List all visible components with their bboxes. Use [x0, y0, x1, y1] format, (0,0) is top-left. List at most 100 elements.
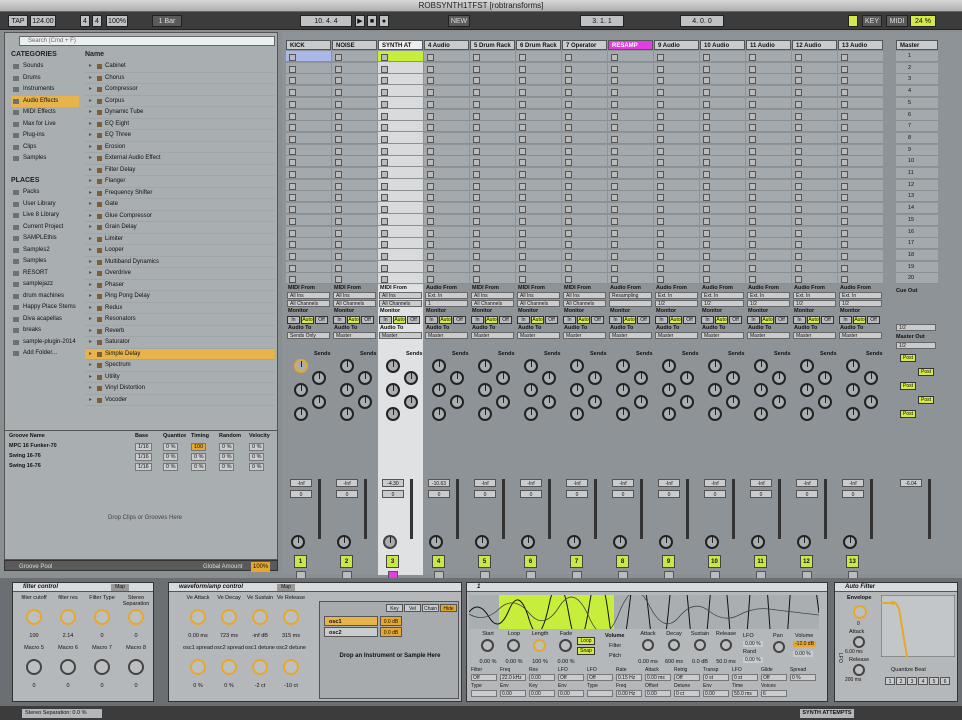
browser-item[interactable]: Gate: [85, 199, 275, 211]
input-type-select[interactable]: Ext. In: [839, 292, 882, 299]
input-channel-select[interactable]: All Channels: [287, 300, 330, 307]
clip-slot[interactable]: [332, 132, 377, 144]
clip-slot[interactable]: [700, 121, 745, 133]
clip-slot[interactable]: [562, 203, 607, 215]
sampler-row3-value[interactable]: 50.0 ms: [732, 690, 758, 697]
clip-slot[interactable]: [424, 214, 469, 226]
groove-cell[interactable]: 0 %: [191, 453, 207, 461]
clip-slot[interactable]: [608, 214, 653, 226]
pan-field[interactable]: 0: [520, 490, 542, 498]
scene-launch-button[interactable]: 6: [896, 109, 938, 121]
browser-place-item[interactable]: sample-plugin-2014: [11, 337, 79, 348]
browser-item[interactable]: Ping Pong Delay: [85, 291, 275, 303]
pan-field[interactable]: 0: [428, 490, 450, 498]
send-knob[interactable]: [754, 359, 768, 373]
send-knob[interactable]: [662, 383, 676, 397]
clip-slot[interactable]: [516, 238, 561, 250]
track-activator[interactable]: 4: [432, 555, 445, 568]
input-type-select[interactable]: All Ins: [287, 292, 330, 299]
quantize-beat-button[interactable]: 4: [918, 677, 928, 685]
clip-slot[interactable]: [286, 74, 331, 86]
track-header[interactable]: 7 Operator: [562, 40, 607, 50]
send-knob[interactable]: [312, 395, 326, 409]
groove-cell[interactable]: 0 %: [219, 453, 235, 461]
clip-slot[interactable]: [608, 191, 653, 203]
clip-slot[interactable]: [608, 132, 653, 144]
track-header[interactable]: 10 Audio: [700, 40, 745, 50]
clip-slot[interactable]: [286, 121, 331, 133]
send-knob[interactable]: [616, 359, 630, 373]
send-knob[interactable]: [864, 395, 878, 409]
track-header[interactable]: 6 Drum Rack: [516, 40, 561, 50]
macro-knob[interactable]: [221, 659, 237, 675]
clip-slot[interactable]: [470, 132, 515, 144]
envelope-knob[interactable]: [853, 605, 867, 619]
send-knob[interactable]: [358, 371, 372, 385]
sampler-row3-value[interactable]: 0.00 Hz: [616, 690, 642, 697]
pan-knob[interactable]: [521, 535, 535, 549]
clip-slot[interactable]: [332, 261, 377, 273]
clip-slot[interactable]: [562, 109, 607, 121]
browser-item[interactable]: Dynamic Tube: [85, 107, 275, 119]
volume-fader[interactable]: [318, 479, 321, 539]
clip-slot[interactable]: [792, 249, 837, 261]
macro-knob[interactable]: [26, 659, 42, 675]
send-knob[interactable]: [496, 395, 510, 409]
quantize-beat-button[interactable]: 2: [896, 677, 906, 685]
clip-slot[interactable]: [516, 249, 561, 261]
sampler-row3-value[interactable]: [587, 690, 613, 697]
clip-slot[interactable]: [746, 86, 791, 98]
output-select[interactable]: Master: [747, 332, 790, 339]
volume-field[interactable]: -Inf: [704, 479, 726, 487]
clip-slot[interactable]: [286, 62, 331, 74]
send-knob[interactable]: [846, 383, 860, 397]
track-activator[interactable]: 11: [754, 555, 767, 568]
filter-curve-display[interactable]: [881, 595, 955, 657]
clip-slot[interactable]: [792, 144, 837, 156]
monitor-auto-button[interactable]: Auto: [853, 316, 866, 324]
clip-slot[interactable]: [562, 238, 607, 250]
send-knob[interactable]: [726, 371, 740, 385]
clip-slot[interactable]: [608, 144, 653, 156]
pan-knob[interactable]: [291, 535, 305, 549]
browser-place-item[interactable]: Packs: [11, 187, 79, 198]
scene-launch-button[interactable]: 8: [896, 132, 938, 144]
clip-slot[interactable]: [378, 51, 423, 62]
monitor-off-button[interactable]: Off: [729, 316, 742, 324]
pan-knob[interactable]: [843, 535, 857, 549]
monitor-off-button[interactable]: Off: [315, 316, 328, 324]
clip-slot[interactable]: [654, 97, 699, 109]
input-type-select[interactable]: All Ins: [563, 292, 606, 299]
browser-item[interactable]: Grain Delay: [85, 222, 275, 234]
clip-slot[interactable]: [746, 249, 791, 261]
clip-slot[interactable]: [792, 273, 837, 285]
clip-slot[interactable]: [700, 249, 745, 261]
groove-cell[interactable]: 0 %: [249, 443, 265, 451]
global-amount-value[interactable]: 100%: [251, 562, 271, 572]
browser-place-item[interactable]: Samples: [11, 256, 79, 267]
browser-item[interactable]: Resonators: [85, 314, 275, 326]
signature-numerator[interactable]: 4: [80, 15, 90, 27]
clip-slot[interactable]: [516, 62, 561, 74]
track-header[interactable]: NOISE: [332, 40, 377, 50]
pan-knob[interactable]: [705, 535, 719, 549]
clip-slot[interactable]: [286, 144, 331, 156]
key-map-toggle[interactable]: [848, 15, 858, 27]
browser-item[interactable]: Filter Delay: [85, 165, 275, 176]
send-knob[interactable]: [708, 407, 722, 421]
clip-slot[interactable]: [608, 156, 653, 168]
send-knob[interactable]: [432, 407, 446, 421]
quantize-beat-button[interactable]: 6: [940, 677, 950, 685]
sampler-row2-value[interactable]: Off: [587, 674, 613, 681]
clip-slot[interactable]: [700, 132, 745, 144]
clip-slot[interactable]: [332, 109, 377, 121]
monitor-auto-button[interactable]: Auto: [623, 316, 636, 324]
monitor-in-button[interactable]: In: [333, 316, 346, 324]
sample-param-knob[interactable]: [481, 639, 494, 652]
clip-slot[interactable]: [378, 62, 423, 74]
clip-slot[interactable]: [654, 226, 699, 238]
output-select[interactable]: Sends Only: [287, 332, 330, 339]
clip-slot[interactable]: [700, 168, 745, 179]
monitor-off-button[interactable]: Off: [361, 316, 374, 324]
clip-slot[interactable]: [424, 109, 469, 121]
